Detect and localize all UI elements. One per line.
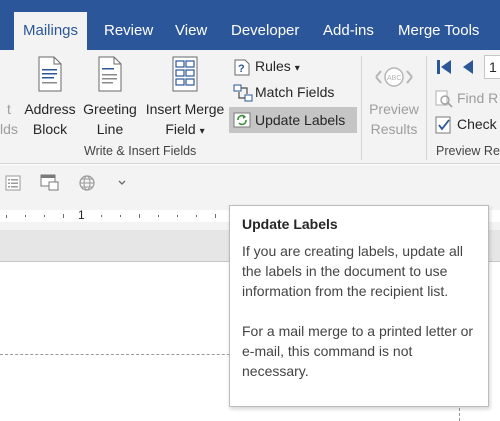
- tab-mailings[interactable]: Mailings: [14, 12, 88, 50]
- record-number-input[interactable]: 1: [484, 55, 500, 79]
- window-icon[interactable]: [40, 174, 60, 192]
- first-record-icon[interactable]: [436, 59, 452, 75]
- quick-toolbar: [0, 165, 500, 202]
- previous-record-icon[interactable]: [462, 59, 474, 75]
- match-fields-button[interactable]: Match Fields: [230, 81, 345, 105]
- check-errors-icon: [435, 116, 451, 134]
- update-labels-tooltip: Update Labels If you are creating labels…: [229, 205, 489, 407]
- cut-off-button-label[interactable]: t lds: [0, 99, 18, 139]
- preview-results-icon: ABC: [375, 67, 413, 87]
- group-label-write-insert: Write & Insert Fields: [84, 144, 197, 158]
- rules-icon: ?: [234, 59, 250, 76]
- tooltip-note: For a mail merge to a printed letter or …: [242, 323, 474, 379]
- update-labels-icon: [233, 112, 251, 128]
- group-label-preview: Preview Re: [436, 144, 500, 158]
- find-recipient-button[interactable]: Find R: [434, 87, 500, 111]
- address-block-label: Address Block: [24, 101, 76, 137]
- customize-toolbar-chevron-icon[interactable]: [118, 180, 126, 186]
- label-boundary-vertical: [459, 408, 460, 421]
- svg-text:ABC: ABC: [387, 75, 401, 82]
- rules-button[interactable]: ? Rules ▾: [230, 55, 328, 79]
- insert-merge-field-label: Insert Merge Field ▾: [145, 101, 225, 137]
- match-fields-label: Match Fields: [255, 84, 335, 100]
- ribbon-tab-bar: Mailings Review View Developer Add-ins M…: [0, 0, 500, 50]
- update-labels-label: Update Labels: [255, 112, 346, 128]
- tooltip-title: Update Labels: [242, 216, 338, 232]
- update-labels-button[interactable]: Update Labels: [229, 107, 357, 133]
- tab-view[interactable]: View: [166, 12, 216, 50]
- group-separator: [361, 56, 362, 160]
- chevron-down-icon: ▾: [294, 63, 300, 74]
- tab-developer[interactable]: Developer: [222, 12, 308, 50]
- address-block-button[interactable]: Address Block: [22, 56, 78, 146]
- find-recipient-label: Find R: [457, 90, 499, 106]
- check-errors-label: Check: [457, 116, 497, 132]
- tab-merge-tools[interactable]: Merge Tools: [389, 12, 488, 50]
- tab-add-ins[interactable]: Add-ins: [314, 12, 383, 50]
- tab-review[interactable]: Review: [95, 12, 162, 50]
- ribbon-panel: t lds Address Block Greeting Line Insert…: [0, 50, 500, 164]
- tooltip-description: If you are creating labels, update all t…: [242, 243, 464, 299]
- insert-merge-field-icon: [172, 56, 198, 92]
- greeting-line-icon: [98, 56, 122, 92]
- preview-results-label: Preview Results: [369, 101, 419, 137]
- group-separator: [426, 56, 427, 160]
- chevron-down-icon: ▾: [199, 126, 205, 137]
- globe-icon[interactable]: [78, 174, 96, 192]
- rules-label: Rules ▾: [255, 58, 300, 74]
- label-boundary-line: [0, 354, 250, 355]
- match-fields-icon: [233, 84, 253, 102]
- ruler-ticks: [6, 214, 216, 218]
- ruler-number: 1: [78, 208, 85, 222]
- address-block-icon: [38, 56, 62, 92]
- greeting-line-label: Greeting Line: [83, 101, 137, 137]
- svg-text:?: ?: [238, 63, 245, 75]
- insert-merge-field-button[interactable]: Insert Merge Field ▾: [142, 56, 228, 146]
- check-errors-button[interactable]: Check: [434, 113, 500, 137]
- find-recipient-icon: [435, 90, 453, 108]
- list-icon[interactable]: [5, 175, 21, 191]
- greeting-line-button[interactable]: Greeting Line: [80, 56, 140, 146]
- preview-results-button[interactable]: ABC Preview Results: [364, 56, 424, 146]
